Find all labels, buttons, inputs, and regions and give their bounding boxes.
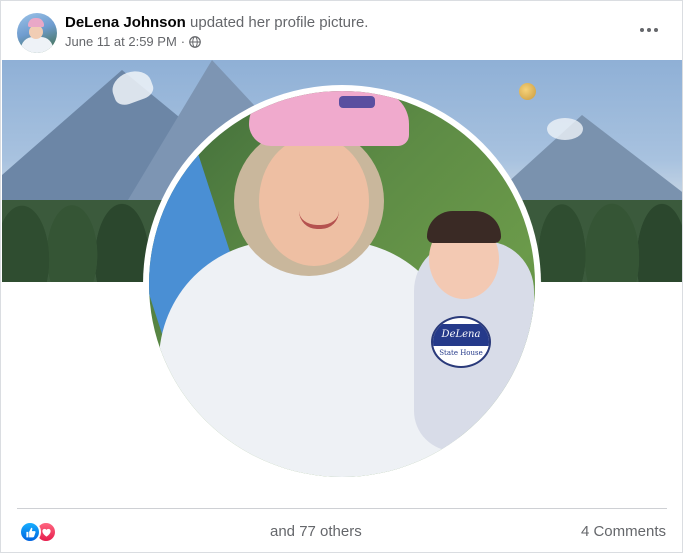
moon xyxy=(519,83,536,100)
badge-subtitle: State House xyxy=(439,349,483,357)
footer-divider xyxy=(17,508,667,509)
reaction-icons[interactable] xyxy=(19,521,59,543)
comments-count[interactable]: 4 Comments xyxy=(581,522,666,541)
more-options-icon[interactable] xyxy=(631,18,667,42)
author-name[interactable]: DeLena Johnson xyxy=(65,14,186,31)
post-meta: June 11 at 2:59 PM · xyxy=(65,34,201,50)
pink-visor xyxy=(249,91,409,146)
profile-picture[interactable]: DeLena State House xyxy=(149,91,535,477)
badge-name: DeLena xyxy=(433,324,489,346)
globe-icon[interactable] xyxy=(189,36,201,48)
reactions-count[interactable]: and 77 others xyxy=(270,522,362,541)
post-header: DeLena Johnson updated her profile pictu… xyxy=(1,1,682,59)
post-title: DeLena Johnson updated her profile pictu… xyxy=(65,13,368,32)
campaign-badge: DeLena State House xyxy=(431,316,491,368)
like-reaction-icon xyxy=(19,521,41,543)
post-card: DeLena Johnson updated her profile pictu… xyxy=(0,0,683,553)
post-timestamp[interactable]: June 11 at 2:59 PM xyxy=(65,34,177,50)
meta-separator: · xyxy=(180,34,186,49)
post-footer: and 77 others 4 Comments xyxy=(1,511,682,551)
author-avatar[interactable] xyxy=(17,13,57,53)
post-action-text: updated her profile picture. xyxy=(190,14,369,31)
